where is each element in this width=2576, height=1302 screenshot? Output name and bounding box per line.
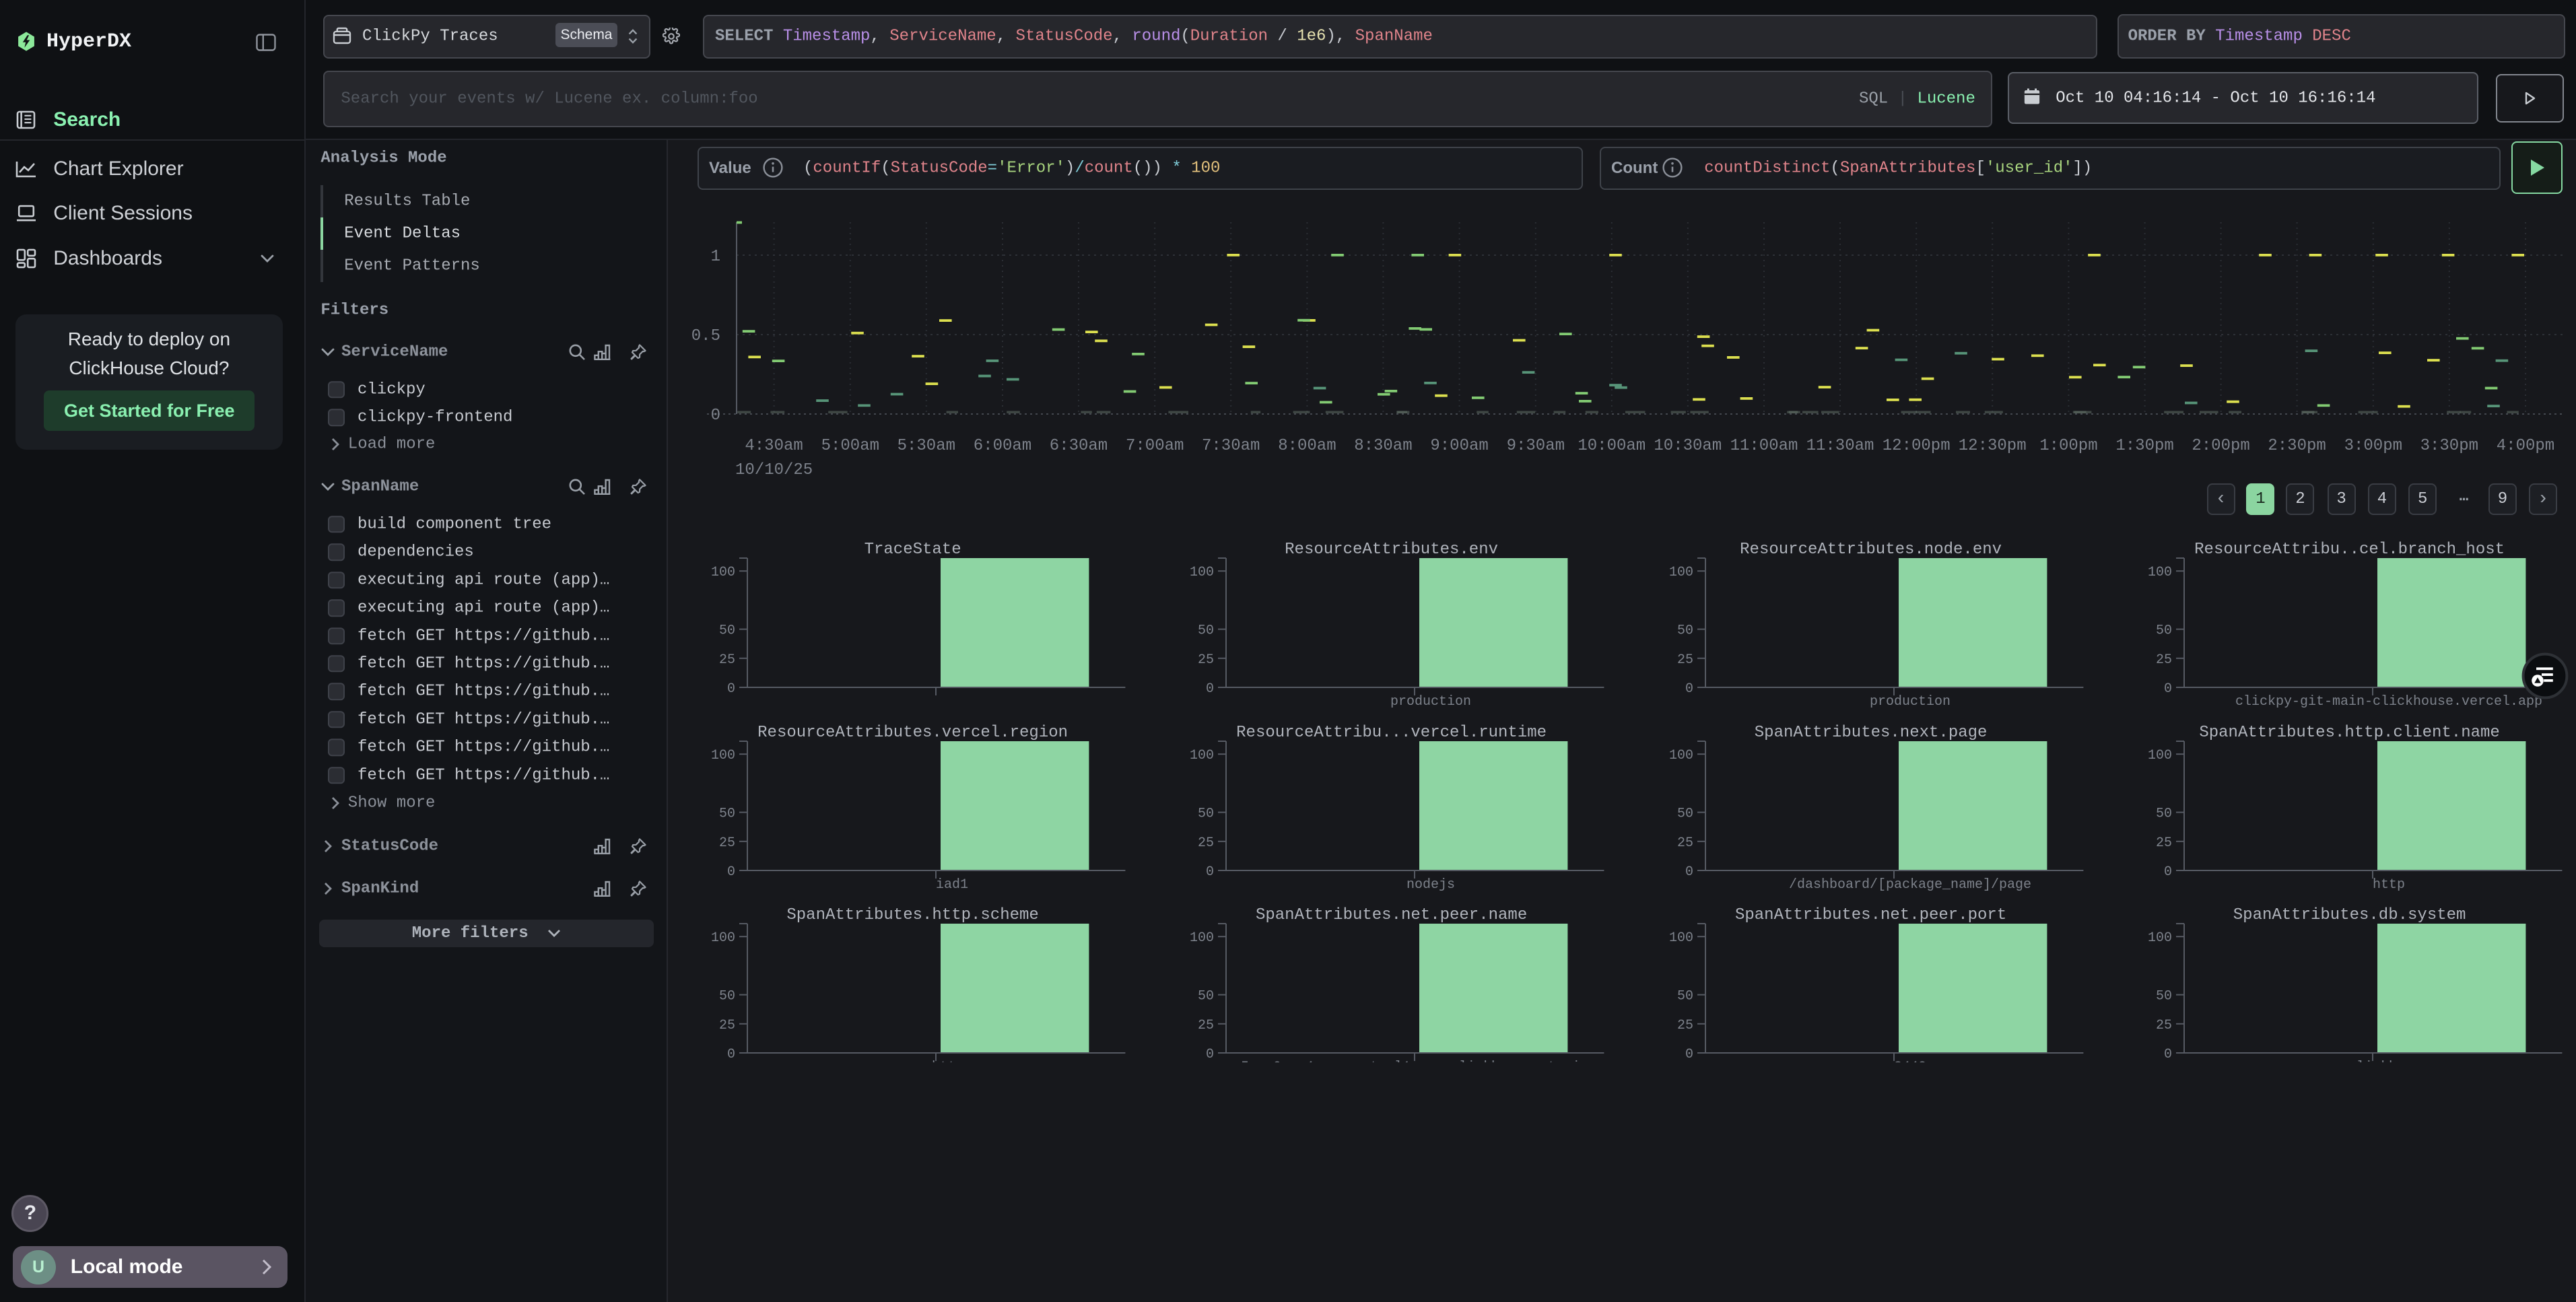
svg-text:/dashboard/[package_name]/page: /dashboard/[package_name]/page (1789, 877, 2031, 893)
svg-text:clickpy-git-main-clickhouse.ve: clickpy-git-main-clickhouse.vercel.app (2235, 694, 2542, 710)
svg-text:50: 50 (2156, 989, 2172, 1004)
svg-text:0: 0 (1685, 1047, 1693, 1062)
svg-text:100: 100 (1669, 748, 1693, 763)
svg-text:100: 100 (2148, 748, 2172, 763)
svg-text:6:30am: 6:30am (1050, 437, 1108, 455)
svg-text:ResourceAttributes.env: ResourceAttributes.env (1285, 541, 1498, 559)
svg-text:100: 100 (711, 565, 735, 580)
svg-text:100: 100 (1669, 565, 1693, 580)
svg-text:z5prz9ggc4.us-central1.gcp.cli: z5prz9ggc4.us-central1.gcp.clickhouse-st… (1233, 1060, 1629, 1062)
svg-text:0.5: 0.5 (691, 327, 720, 345)
svg-text:production: production (1390, 694, 1471, 710)
svg-text:0: 0 (711, 407, 720, 425)
svg-text:ResourceAttributes.vercel.regi: ResourceAttributes.vercel.region (757, 724, 1068, 742)
svg-text:25: 25 (1198, 652, 1214, 668)
svg-text:3:30pm: 3:30pm (2420, 437, 2478, 455)
svg-text:0: 0 (1206, 681, 1214, 697)
svg-text:11:30am: 11:30am (1806, 437, 1874, 455)
svg-text:25: 25 (1198, 1018, 1214, 1033)
svg-text:0: 0 (727, 864, 735, 880)
svg-text:50: 50 (719, 806, 735, 821)
svg-text:8443: 8443 (1894, 1060, 1926, 1062)
svg-text:0: 0 (2164, 681, 2172, 697)
svg-text:5:30am: 5:30am (897, 437, 955, 455)
svg-text:50: 50 (1198, 623, 1214, 639)
svg-text:7:30am: 7:30am (1202, 437, 1260, 455)
svg-text:0: 0 (1685, 864, 1693, 880)
svg-text:SpanAttributes.net.peer.port: SpanAttributes.net.peer.port (1735, 906, 2006, 924)
svg-text:4:00pm: 4:00pm (2497, 437, 2554, 455)
svg-text:6:00am: 6:00am (974, 437, 1031, 455)
svg-text:0: 0 (727, 681, 735, 697)
svg-text:ResourceAttributes.node.env: ResourceAttributes.node.env (1740, 541, 2002, 559)
svg-text:8:30am: 8:30am (1354, 437, 1412, 455)
svg-text:50: 50 (719, 989, 735, 1004)
svg-text:0: 0 (1685, 681, 1693, 697)
svg-text:10:30am: 10:30am (1654, 437, 1722, 455)
svg-text:TraceState: TraceState (865, 541, 961, 559)
svg-text:0: 0 (727, 1047, 735, 1062)
svg-text:100: 100 (1190, 930, 1214, 946)
svg-text:25: 25 (1677, 652, 1693, 668)
svg-text:25: 25 (2156, 835, 2172, 850)
svg-text:50: 50 (1677, 989, 1693, 1004)
svg-text:50: 50 (2156, 806, 2172, 821)
svg-text:SpanAttributes.net.peer.name: SpanAttributes.net.peer.name (1256, 906, 1527, 924)
svg-text:3:00pm: 3:00pm (2344, 437, 2402, 455)
svg-text:2:30pm: 2:30pm (2268, 437, 2326, 455)
svg-text:100: 100 (1190, 565, 1214, 580)
svg-text:25: 25 (719, 1018, 735, 1033)
svg-text:9:00am: 9:00am (1430, 437, 1488, 455)
svg-text:0: 0 (1206, 1047, 1214, 1062)
svg-text:25: 25 (2156, 652, 2172, 668)
svg-text:https: https (932, 1060, 972, 1062)
svg-text:0: 0 (2164, 864, 2172, 880)
svg-text:clickhouse: clickhouse (2348, 1060, 2429, 1062)
svg-text:0: 0 (2164, 1047, 2172, 1062)
svg-text:50: 50 (1198, 806, 1214, 821)
svg-text:SpanAttributes.db.system: SpanAttributes.db.system (2233, 906, 2466, 924)
svg-text:SpanAttributes.next.page: SpanAttributes.next.page (1754, 724, 1987, 742)
svg-text:iad1: iad1 (936, 877, 968, 893)
svg-text:nodejs: nodejs (1406, 877, 1455, 893)
svg-text:100: 100 (711, 748, 735, 763)
svg-text:12:30pm: 12:30pm (1959, 437, 2027, 455)
svg-text:5:00am: 5:00am (821, 437, 879, 455)
svg-text:10/10/25: 10/10/25 (735, 461, 813, 478)
svg-text:50: 50 (1677, 806, 1693, 821)
svg-text:2:00pm: 2:00pm (2192, 437, 2249, 455)
svg-text:9:30am: 9:30am (1507, 437, 1565, 455)
svg-text:10:00am: 10:00am (1578, 437, 1646, 455)
svg-text:25: 25 (1677, 1018, 1693, 1033)
svg-text:50: 50 (1198, 989, 1214, 1004)
svg-text:1:30pm: 1:30pm (2115, 437, 2173, 455)
svg-text:25: 25 (1677, 835, 1693, 850)
svg-text:25: 25 (1198, 835, 1214, 850)
svg-text:100: 100 (711, 930, 735, 946)
svg-text:100: 100 (2148, 565, 2172, 580)
svg-text:1:00pm: 1:00pm (2039, 437, 2097, 455)
svg-text:ResourceAttribu..cel.branch_ho: ResourceAttribu..cel.branch_host (2194, 541, 2505, 559)
svg-text:50: 50 (1677, 623, 1693, 639)
svg-text:production: production (1870, 694, 1951, 710)
svg-text:25: 25 (719, 835, 735, 850)
svg-text:SpanAttributes.http.client.nam: SpanAttributes.http.client.name (2199, 724, 2499, 742)
svg-text:4:30am: 4:30am (745, 437, 803, 455)
svg-text:7:00am: 7:00am (1126, 437, 1184, 455)
svg-text:http: http (2373, 877, 2405, 893)
svg-text:100: 100 (1669, 930, 1693, 946)
svg-text:50: 50 (719, 623, 735, 639)
svg-text:1: 1 (711, 248, 720, 266)
svg-text:50: 50 (2156, 623, 2172, 639)
svg-text:100: 100 (1190, 748, 1214, 763)
svg-text:100: 100 (2148, 930, 2172, 946)
svg-text:ResourceAttribu...vercel.runti: ResourceAttribu...vercel.runtime (1236, 724, 1547, 742)
svg-text:12:00pm: 12:00pm (1883, 437, 1951, 455)
svg-text:25: 25 (719, 652, 735, 668)
svg-text:8:00am: 8:00am (1278, 437, 1336, 455)
svg-text:0: 0 (1206, 864, 1214, 880)
svg-text:25: 25 (2156, 1018, 2172, 1033)
svg-text:SpanAttributes.http.scheme: SpanAttributes.http.scheme (786, 906, 1038, 924)
svg-text:11:00am: 11:00am (1730, 437, 1798, 455)
